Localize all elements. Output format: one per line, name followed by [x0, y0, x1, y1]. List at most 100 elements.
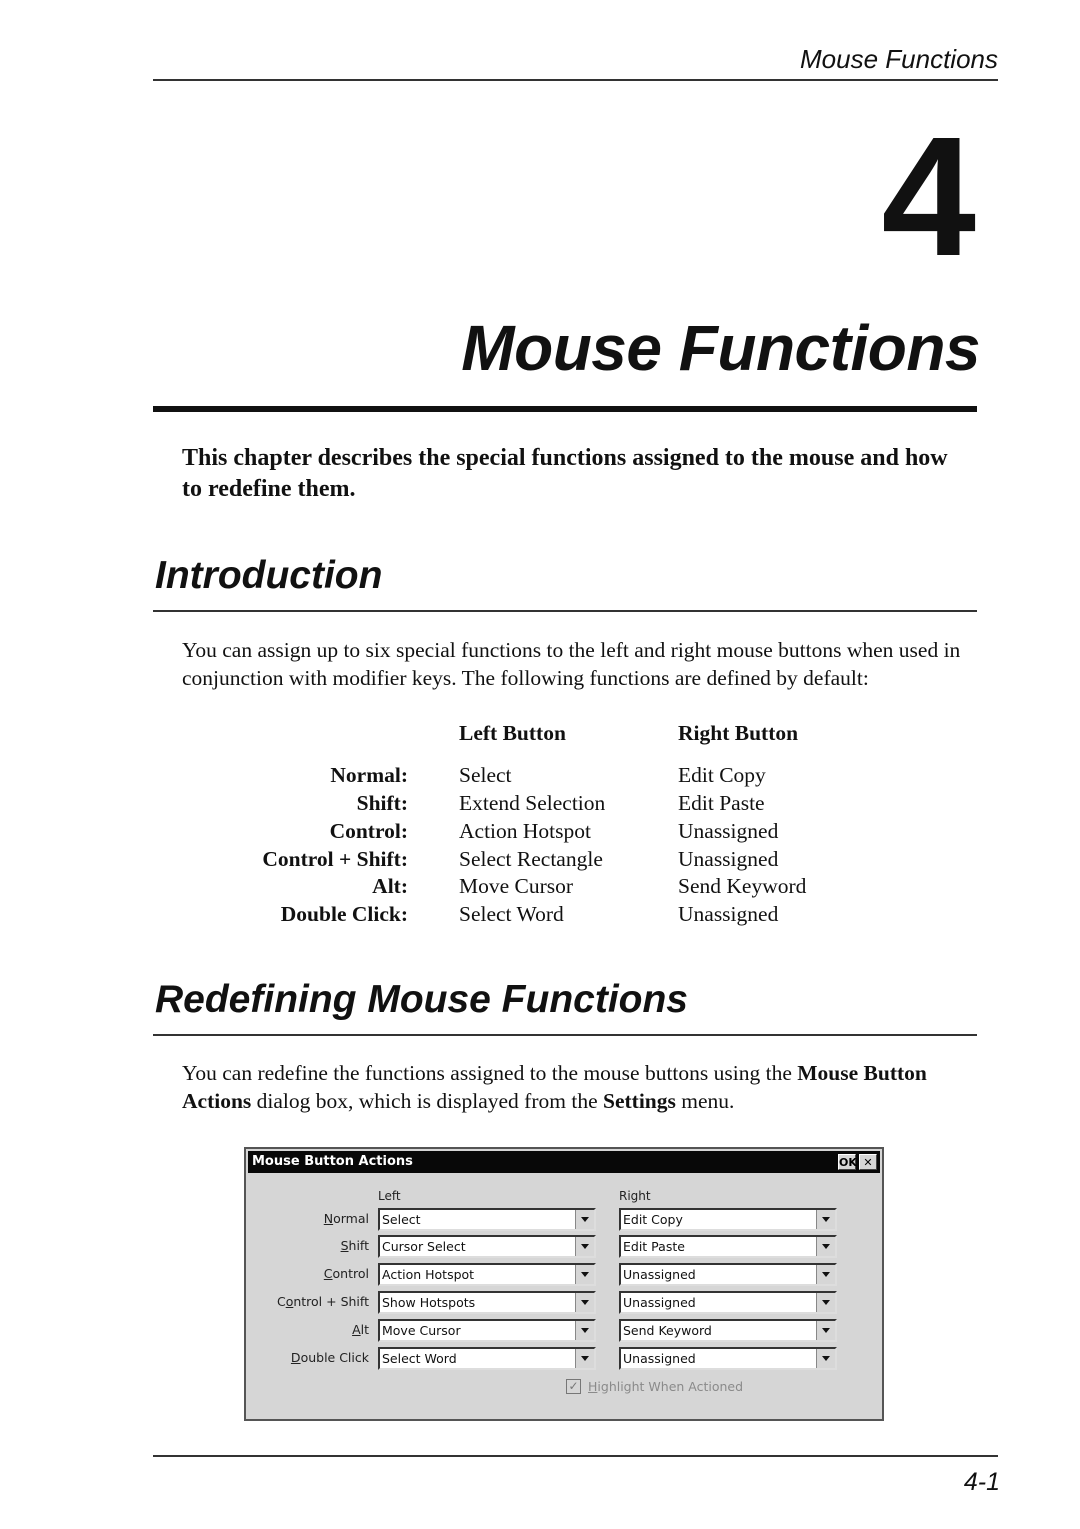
right-action-select[interactable]: Edit Paste	[619, 1235, 837, 1258]
selected-value: Select Word	[382, 1351, 457, 1366]
left-action-select[interactable]: Select Word	[378, 1347, 596, 1370]
dropdown-arrow-icon[interactable]	[816, 1265, 835, 1284]
footer-rule	[153, 1455, 998, 1457]
text: menu.	[675, 1089, 735, 1113]
selected-value: Cursor Select	[382, 1239, 466, 1254]
mouse-button-actions-dialog: Mouse Button Actions OK ✕ Left Right Nor…	[244, 1147, 884, 1421]
dialog-title: Mouse Button Actions	[252, 1154, 413, 1169]
right-action-select[interactable]: Unassigned	[619, 1347, 837, 1370]
dropdown-arrow-icon[interactable]	[575, 1321, 594, 1340]
dropdown-arrow-icon[interactable]	[816, 1210, 835, 1229]
chapter-lead: This chapter describes the special funct…	[182, 445, 948, 502]
selected-value: Unassigned	[623, 1351, 696, 1366]
table-header-left: Left Button	[459, 721, 566, 745]
text: ormal	[333, 1211, 369, 1226]
selected-value: Action Hotspot	[382, 1267, 475, 1282]
dialog-row-label: Normal	[324, 1211, 369, 1226]
right-column-header: Right	[619, 1189, 651, 1203]
dialog-titlebar: Mouse Button Actions OK ✕	[248, 1151, 880, 1173]
dialog-row-label: Control + Shift	[277, 1294, 369, 1309]
selected-value: Select	[382, 1212, 421, 1227]
text: C	[276, 1294, 286, 1309]
left-action-select[interactable]: Select	[378, 1208, 596, 1231]
close-button[interactable]: ✕	[859, 1154, 877, 1170]
table-row-label: Alt:	[372, 874, 408, 898]
selected-value: Send Keyword	[623, 1323, 712, 1338]
highlight-checkbox[interactable]: ✓	[566, 1379, 581, 1394]
section-rule	[153, 610, 977, 612]
left-action-select[interactable]: Move Cursor	[378, 1319, 596, 1342]
table-cell-right: Unassigned	[678, 819, 779, 843]
table-cell-right: Send Keyword	[678, 874, 807, 898]
dialog-row-label: Double Click	[291, 1350, 369, 1365]
text: You can redefine the functions assigned …	[182, 1061, 798, 1085]
mnemonic: D	[290, 1350, 301, 1365]
table-cell-right: Edit Paste	[678, 791, 765, 815]
selected-value: Move Cursor	[382, 1323, 461, 1338]
table-row-label: Normal:	[330, 763, 408, 787]
right-action-select[interactable]: Send Keyword	[619, 1319, 837, 1342]
table-cell-left: Extend Selection	[459, 791, 606, 815]
mnemonic: H	[588, 1379, 598, 1394]
table-cell-left: Move Cursor	[459, 874, 574, 898]
chapter-title: Mouse Functions	[461, 312, 980, 384]
dropdown-arrow-icon[interactable]	[575, 1349, 594, 1368]
chapter-rule	[153, 406, 977, 412]
dialog-row-label: Control	[324, 1266, 369, 1281]
highlight-checkbox-label: Highlight When Actioned	[588, 1379, 743, 1394]
mnemonic: A	[352, 1322, 361, 1337]
table-cell-left: Select	[459, 763, 512, 787]
dropdown-arrow-icon[interactable]	[816, 1349, 835, 1368]
left-action-select[interactable]: Cursor Select	[378, 1235, 596, 1258]
table-cell-left: Action Hotspot	[459, 819, 591, 843]
text: hift	[348, 1238, 369, 1253]
page-number: 4-1	[963, 1468, 1000, 1496]
selected-value: Show Hotspots	[382, 1295, 476, 1310]
selected-value: Unassigned	[623, 1295, 696, 1310]
redefining-paragraph: You can redefine the functions assigned …	[182, 1059, 972, 1115]
running-header: Mouse Functions	[800, 44, 998, 74]
text: ntrol + Shift	[293, 1294, 369, 1309]
mnemonic: N	[323, 1211, 334, 1226]
dropdown-arrow-icon[interactable]	[816, 1237, 835, 1256]
table-cell-left: Select Word	[459, 902, 564, 926]
right-action-select[interactable]: Edit Copy	[619, 1208, 837, 1231]
selected-value: Unassigned	[623, 1267, 696, 1282]
header-rule	[153, 79, 998, 81]
ok-button[interactable]: OK	[838, 1154, 857, 1170]
section-title-redefining: Redefining Mouse Functions	[155, 978, 688, 1021]
dropdown-arrow-icon[interactable]	[816, 1321, 835, 1340]
table-cell-right: Unassigned	[678, 902, 779, 926]
table-header-right: Right Button	[678, 721, 799, 745]
section-rule	[153, 1034, 977, 1036]
table-cell-right: Edit Copy	[678, 763, 766, 787]
left-action-select[interactable]: Action Hotspot	[378, 1263, 596, 1286]
left-action-select[interactable]: Show Hotspots	[378, 1291, 596, 1314]
table-cell-right: Unassigned	[678, 847, 779, 871]
selected-value: Edit Copy	[623, 1212, 683, 1227]
mnemonic: S	[340, 1238, 349, 1253]
table-cell-left: Select Rectangle	[459, 847, 603, 871]
chapter-number: 4	[881, 102, 976, 292]
dropdown-arrow-icon[interactable]	[816, 1293, 835, 1312]
dropdown-arrow-icon[interactable]	[575, 1265, 594, 1284]
dialog-row-label: Alt	[352, 1322, 369, 1337]
right-action-select[interactable]: Unassigned	[619, 1263, 837, 1286]
dialog-row-label: Shift	[341, 1238, 369, 1253]
text: ouble Click	[300, 1350, 369, 1365]
table-row-label: Control:	[329, 819, 408, 843]
right-action-select[interactable]: Unassigned	[619, 1291, 837, 1314]
left-column-header: Left	[378, 1189, 401, 1203]
table-row-label: Shift:	[356, 791, 408, 815]
mnemonic: C	[323, 1266, 333, 1281]
dropdown-arrow-icon[interactable]	[575, 1237, 594, 1256]
menu-name-emphasis: Settings	[603, 1089, 676, 1113]
text: ontrol	[332, 1266, 369, 1281]
dropdown-arrow-icon[interactable]	[575, 1293, 594, 1312]
intro-paragraph: You can assign up to six special functio…	[182, 638, 961, 690]
table-row-label: Control + Shift:	[262, 847, 408, 871]
text: ighlight When Actioned	[597, 1379, 744, 1394]
text: lt	[360, 1322, 369, 1337]
dropdown-arrow-icon[interactable]	[575, 1210, 594, 1229]
text: dialog box, which is displayed from the	[251, 1089, 603, 1113]
